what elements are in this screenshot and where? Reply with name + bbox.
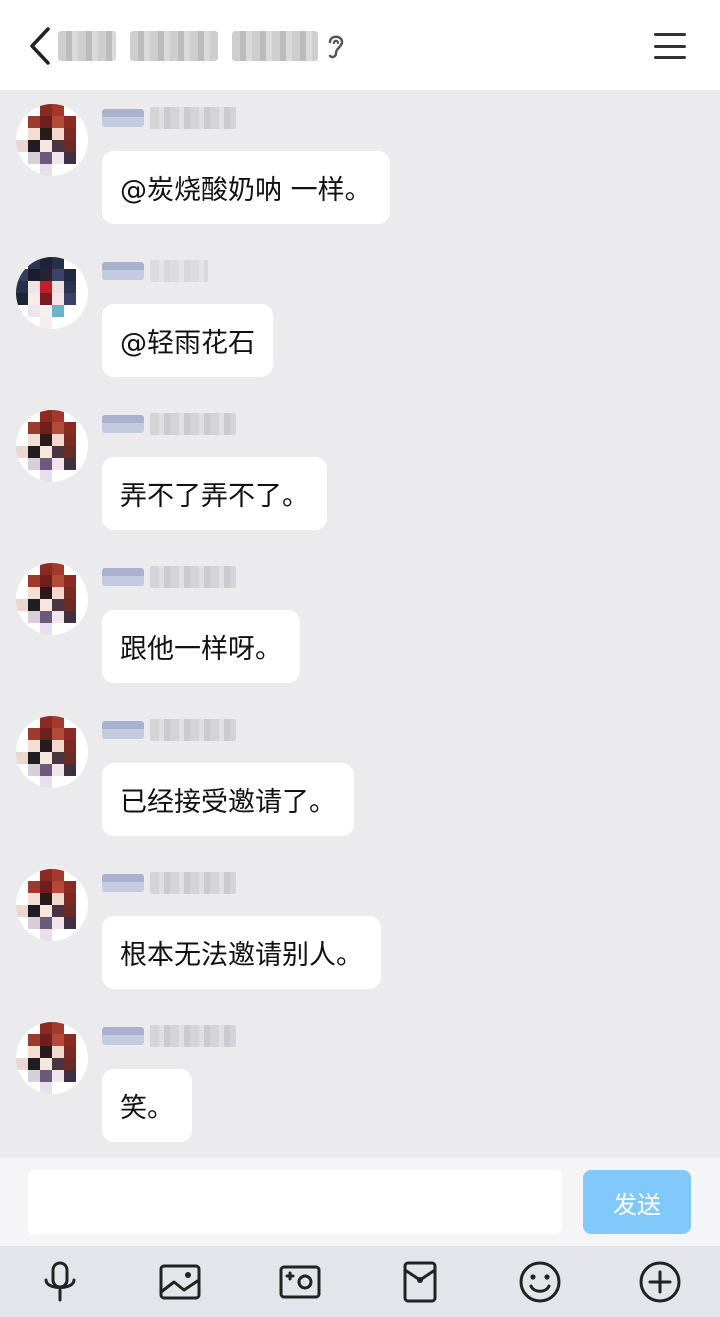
menu-button[interactable] xyxy=(648,28,692,64)
emoji-icon xyxy=(519,1261,561,1303)
message-bubble[interactable]: 跟他一样呀。 xyxy=(102,610,300,683)
message-bubble[interactable]: 笑。 xyxy=(102,1069,192,1142)
sender-meta xyxy=(102,565,236,589)
menu-icon xyxy=(654,33,686,36)
member-tag xyxy=(102,568,144,586)
bottom-toolbar xyxy=(0,1246,720,1317)
more-button[interactable] xyxy=(637,1259,683,1305)
chevron-left-icon xyxy=(30,27,50,65)
title-blurred-part xyxy=(232,31,318,61)
sender-name-blurred xyxy=(150,872,236,894)
list-item: 笑。 xyxy=(0,1008,720,1148)
send-button[interactable]: 发送 xyxy=(583,1170,691,1234)
plus-icon xyxy=(639,1261,681,1303)
sender-meta xyxy=(102,718,236,742)
sender-meta xyxy=(102,412,236,436)
member-tag xyxy=(102,721,144,739)
ear-icon[interactable] xyxy=(322,30,350,62)
sender-meta xyxy=(102,106,236,130)
member-tag xyxy=(102,109,144,127)
sender-meta xyxy=(102,871,236,895)
sender-name-blurred xyxy=(150,719,236,741)
list-item: 跟他一样呀。 xyxy=(0,549,720,689)
camera-button[interactable] xyxy=(277,1259,323,1305)
avatar[interactable] xyxy=(16,104,88,176)
chat-message-list[interactable]: @炭烧酸奶呐 一样。 @轻雨花石 弄不了弄不了。 跟他一样呀。 已经接受邀请了。 xyxy=(0,90,720,1158)
camera-icon xyxy=(279,1265,321,1299)
member-tag xyxy=(102,415,144,433)
avatar[interactable] xyxy=(16,716,88,788)
message-bubble[interactable]: @炭烧酸奶呐 一样。 xyxy=(102,151,390,224)
sender-name-blurred xyxy=(150,413,236,435)
avatar[interactable] xyxy=(16,869,88,941)
list-item: 根本无法邀请别人。 xyxy=(0,855,720,995)
message-input[interactable] xyxy=(28,1170,562,1234)
avatar[interactable] xyxy=(16,257,88,329)
chat-title xyxy=(58,28,318,64)
avatar[interactable] xyxy=(16,1022,88,1094)
sender-name-blurred xyxy=(150,260,208,282)
list-item: 已经接受邀请了。 xyxy=(0,702,720,842)
title-blurred-part xyxy=(130,31,218,61)
image-button[interactable] xyxy=(157,1259,203,1305)
avatar[interactable] xyxy=(16,563,88,635)
red-packet-icon xyxy=(403,1261,437,1303)
avatar[interactable] xyxy=(16,410,88,482)
member-tag xyxy=(102,262,144,280)
message-bubble[interactable]: 根本无法邀请别人。 xyxy=(102,916,381,989)
microphone-icon xyxy=(44,1261,76,1302)
list-item: 弄不了弄不了。 xyxy=(0,396,720,536)
back-button[interactable] xyxy=(22,24,58,68)
message-bubble[interactable]: 弄不了弄不了。 xyxy=(102,457,327,530)
sender-name-blurred xyxy=(150,566,236,588)
sender-meta xyxy=(102,1024,236,1048)
message-bubble[interactable]: 已经接受邀请了。 xyxy=(102,763,354,836)
list-item: @轻雨花石 xyxy=(0,243,720,383)
input-bar: 发送 xyxy=(0,1158,720,1246)
member-tag xyxy=(102,1027,144,1045)
sender-name-blurred xyxy=(150,1025,236,1047)
red-packet-button[interactable] xyxy=(397,1259,443,1305)
sender-meta xyxy=(102,259,208,283)
image-icon xyxy=(159,1264,201,1300)
list-item: @炭烧酸奶呐 一样。 xyxy=(0,90,720,230)
chat-header xyxy=(0,0,720,90)
sender-name-blurred xyxy=(150,107,236,129)
voice-button[interactable] xyxy=(37,1259,83,1305)
message-bubble[interactable]: @轻雨花石 xyxy=(102,304,273,377)
title-blurred-part xyxy=(58,31,116,61)
emoji-button[interactable] xyxy=(517,1259,563,1305)
member-tag xyxy=(102,874,144,892)
